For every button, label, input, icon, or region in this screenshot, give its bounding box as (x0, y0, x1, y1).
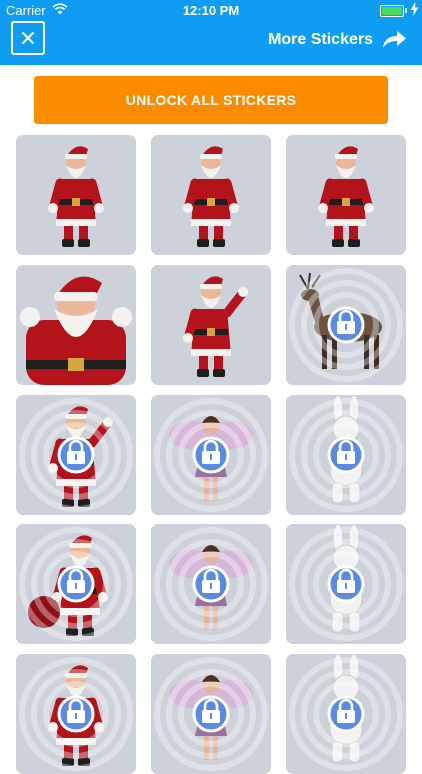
sticker-cell-easter-bunny-waving[interactable] (286, 524, 406, 644)
sticker-cell-santa-sitting[interactable] (16, 654, 136, 774)
sticker-cell-santa-standing[interactable] (151, 135, 271, 255)
sticker-cell-fairy-closeup[interactable] (151, 654, 271, 774)
lock-icon (57, 565, 95, 603)
lock-overlay (289, 657, 403, 771)
lock-overlay (154, 657, 268, 771)
lock-icon (192, 565, 230, 603)
sticker-cell-reindeer[interactable] (286, 265, 406, 385)
lock-overlay (289, 527, 403, 641)
lock-icon (57, 695, 95, 733)
santa-saluting-sticker-image (183, 276, 248, 377)
sticker-grid (0, 0, 422, 774)
sticker-cell-fairy-with-wand[interactable] (151, 524, 271, 644)
sticker-cell-easter-bunny[interactable] (286, 395, 406, 515)
lock-overlay (289, 268, 403, 382)
lock-overlay (19, 527, 133, 641)
santa-standing-sticker-image (318, 146, 374, 247)
sticker-cell-santa-with-sack[interactable] (16, 524, 136, 644)
santa-standing-sticker-image (183, 146, 239, 247)
lock-icon (57, 436, 95, 474)
lock-icon (327, 565, 365, 603)
lock-icon (327, 306, 365, 344)
lock-icon (327, 436, 365, 474)
lock-icon (327, 695, 365, 733)
lock-icon (192, 695, 230, 733)
sticker-cell-santa-waving[interactable] (16, 395, 136, 515)
lock-overlay (19, 657, 133, 771)
lock-overlay (289, 398, 403, 512)
sticker-cell-santa-standing[interactable] (286, 135, 406, 255)
lock-overlay (19, 398, 133, 512)
sticker-cell-fairy[interactable] (151, 395, 271, 515)
lock-overlay (154, 527, 268, 641)
sticker-cell-santa-saluting[interactable] (151, 265, 271, 385)
lock-overlay (154, 398, 268, 512)
santa-waving-closeup-sticker-image (20, 276, 132, 385)
sticker-cell-santa-standing[interactable] (16, 135, 136, 255)
lock-icon (192, 436, 230, 474)
sticker-cell-easter-bunny-closeup[interactable] (286, 654, 406, 774)
sticker-cell-santa-waving-closeup[interactable] (16, 265, 136, 385)
santa-standing-sticker-image (48, 146, 104, 247)
